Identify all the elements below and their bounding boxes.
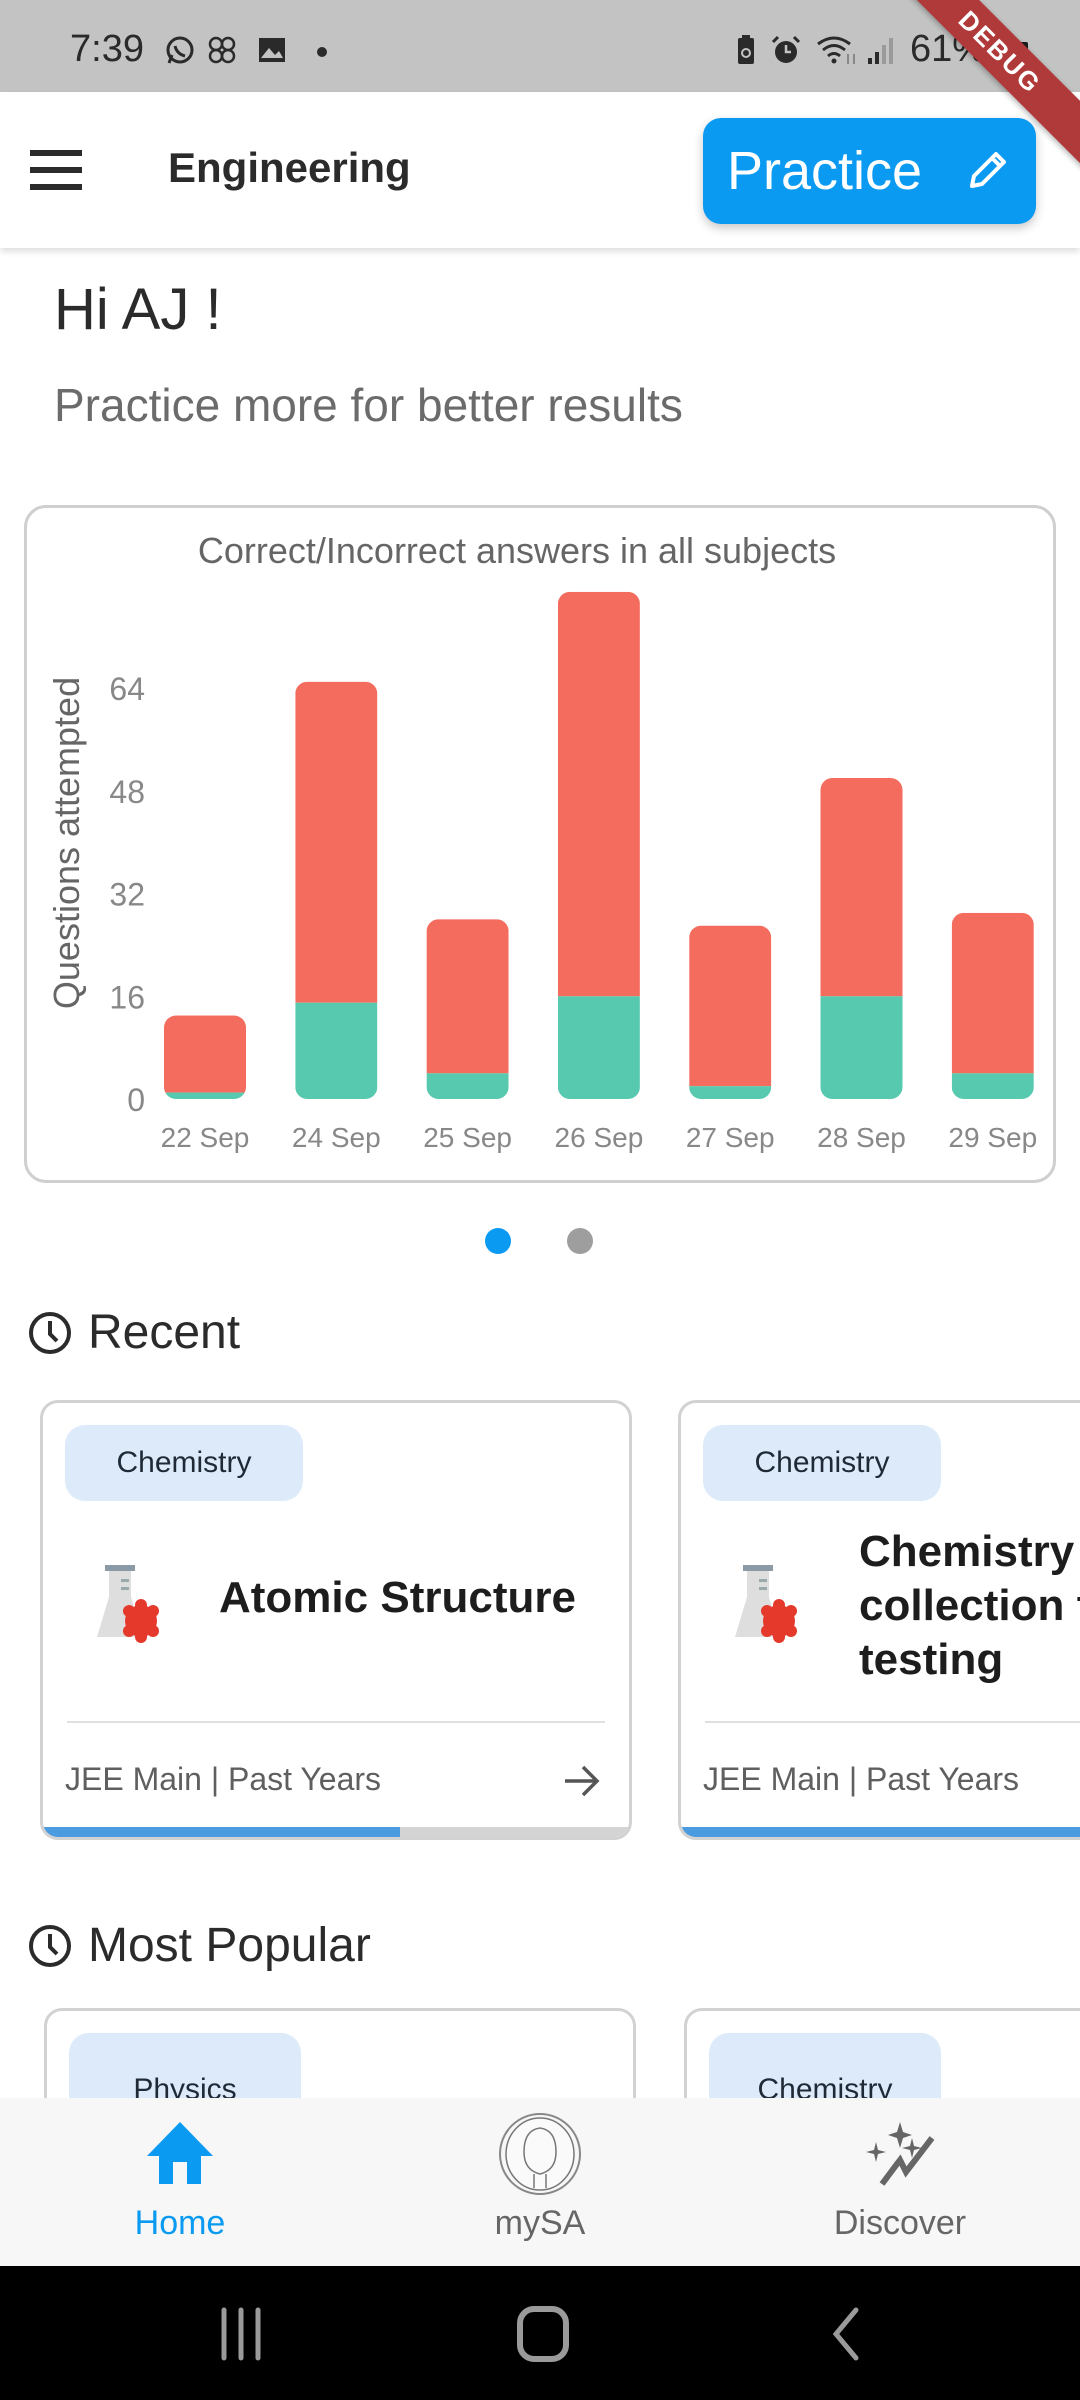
app-bar: Engineering Practice bbox=[0, 92, 1080, 248]
progress-bar bbox=[681, 1827, 1080, 1837]
carousel-dot[interactable] bbox=[567, 1228, 593, 1254]
bar-stack[interactable] bbox=[951, 912, 1034, 1099]
system-navigation-bar bbox=[0, 2266, 1080, 2400]
gallery-icon bbox=[259, 38, 285, 62]
bar-incorrect bbox=[164, 1015, 246, 1093]
card-title: Chemistry collection f testing bbox=[859, 1525, 1080, 1687]
x-tick-label: 29 Sep bbox=[948, 1122, 1037, 1153]
bar-stack[interactable] bbox=[164, 1015, 246, 1099]
most-popular-heading: Most Popular bbox=[26, 1918, 371, 1973]
y-tick-label: 32 bbox=[109, 877, 145, 913]
nav-mysa[interactable]: mySA bbox=[360, 2098, 720, 2266]
nav-mysa-label: mySA bbox=[494, 2204, 586, 2242]
bar-stack[interactable] bbox=[295, 681, 378, 1099]
bar-correct bbox=[164, 1092, 246, 1099]
nav-discover-label: Discover bbox=[833, 2204, 967, 2242]
x-tick-label: 28 Sep bbox=[817, 1122, 906, 1153]
alarm-icon bbox=[771, 35, 801, 63]
nav-home-label: Home bbox=[134, 2204, 226, 2242]
carousel-dot-active[interactable] bbox=[485, 1228, 511, 1254]
chart-card[interactable]: Correct/Incorrect answers in all subject… bbox=[24, 505, 1056, 1183]
y-tick-label: 48 bbox=[109, 774, 145, 810]
bar-correct bbox=[820, 996, 903, 1099]
bar-incorrect bbox=[426, 919, 509, 1074]
subject-chip: Chemistry bbox=[703, 1425, 941, 1501]
status-bar: 7:39 61% DEBUG bbox=[0, 0, 1080, 174]
x-tick-label: 27 Sep bbox=[686, 1122, 775, 1153]
chart-title: Correct/Incorrect answers in all subject… bbox=[198, 530, 836, 571]
pencil-icon bbox=[970, 152, 1006, 188]
progress-bar bbox=[43, 1827, 629, 1837]
battery-saver-icon bbox=[738, 35, 754, 64]
practice-button[interactable]: Practice bbox=[703, 118, 1036, 224]
bar-incorrect bbox=[295, 681, 378, 1003]
bar-correct bbox=[557, 996, 640, 1099]
clock-icon bbox=[29, 1924, 71, 1967]
subject-chip: Chemistry bbox=[65, 1425, 303, 1501]
bar-incorrect bbox=[951, 912, 1034, 1074]
bar-correct bbox=[295, 1002, 378, 1099]
progress-fill bbox=[681, 1827, 1080, 1837]
app-title: Engineering bbox=[168, 144, 411, 191]
stacked-bar-chart: Correct/Incorrect answers in all subject… bbox=[46, 530, 1037, 1153]
bar-stack[interactable] bbox=[426, 919, 509, 1099]
recents-icon[interactable] bbox=[216, 2306, 266, 2362]
recent-heading-label: Recent bbox=[88, 1306, 241, 1359]
bar-correct bbox=[426, 1073, 509, 1099]
bar-stack[interactable] bbox=[557, 591, 640, 1099]
status-time: 7:39 bbox=[70, 28, 144, 70]
y-tick-label: 0 bbox=[127, 1082, 145, 1118]
nav-home[interactable]: Home bbox=[0, 2098, 360, 2266]
x-tick-label: 26 Sep bbox=[555, 1122, 644, 1153]
chemistry-flask-icon bbox=[735, 1565, 797, 1643]
recent-card[interactable]: Chemistry Chemistry collection f testing… bbox=[678, 1400, 1080, 1840]
card-title: Atomic Structure bbox=[219, 1573, 576, 1622]
pinwheel-icon bbox=[208, 36, 236, 64]
progress-fill bbox=[43, 1827, 401, 1837]
wifi-icon bbox=[817, 36, 855, 64]
card-divider bbox=[67, 1721, 605, 1723]
y-tick-label: 64 bbox=[109, 671, 145, 707]
card-footer: JEE Main | Past Years bbox=[703, 1761, 1020, 1797]
bar-stack[interactable] bbox=[689, 925, 772, 1099]
dot-icon bbox=[317, 47, 327, 57]
x-tick-label: 24 Sep bbox=[292, 1122, 381, 1153]
recent-heading: Recent bbox=[26, 1305, 240, 1360]
signal-icon bbox=[868, 38, 893, 64]
back-icon[interactable] bbox=[826, 2306, 866, 2362]
bar-incorrect bbox=[820, 778, 903, 997]
home-icon bbox=[147, 2122, 213, 2184]
bar-correct bbox=[689, 1086, 772, 1099]
chart-y-axis-label: Questions attempted bbox=[46, 677, 87, 1009]
chemistry-flask-icon bbox=[97, 1565, 159, 1643]
most-popular-heading-label: Most Popular bbox=[88, 1919, 371, 1972]
bar-stack[interactable] bbox=[820, 778, 903, 1099]
avatar-icon bbox=[499, 2113, 581, 2195]
card-title-line: testing bbox=[859, 1635, 1004, 1684]
hamburger-menu-icon[interactable] bbox=[30, 150, 82, 190]
recent-card[interactable]: Chemistry Atomic Structure JEE Main | Pa… bbox=[40, 1400, 632, 1840]
bar-incorrect bbox=[689, 925, 772, 1087]
home-circle-icon[interactable] bbox=[515, 2304, 571, 2364]
y-tick-label: 16 bbox=[109, 979, 145, 1015]
clock-icon bbox=[29, 1311, 71, 1354]
card-title-line: Chemistry bbox=[859, 1527, 1075, 1576]
greeting-subtitle: Practice more for better results bbox=[54, 379, 683, 431]
card-footer: JEE Main | Past Years bbox=[65, 1761, 382, 1797]
whatsapp-icon bbox=[166, 36, 194, 64]
discover-sparkle-icon bbox=[866, 2122, 935, 2186]
bar-incorrect bbox=[557, 591, 640, 997]
x-tick-label: 25 Sep bbox=[423, 1122, 512, 1153]
bottom-navigation: Home mySA Discover bbox=[0, 2098, 1080, 2266]
nav-discover[interactable]: Discover bbox=[720, 2098, 1080, 2266]
arrow-right-icon[interactable] bbox=[561, 1761, 603, 1801]
greeting-title: Hi AJ ! bbox=[54, 277, 222, 342]
bar-correct bbox=[951, 1073, 1034, 1099]
x-tick-label: 22 Sep bbox=[161, 1122, 250, 1153]
card-divider bbox=[705, 1721, 1080, 1723]
card-title-line: collection f bbox=[859, 1581, 1080, 1630]
practice-button-label: Practice bbox=[727, 141, 923, 201]
